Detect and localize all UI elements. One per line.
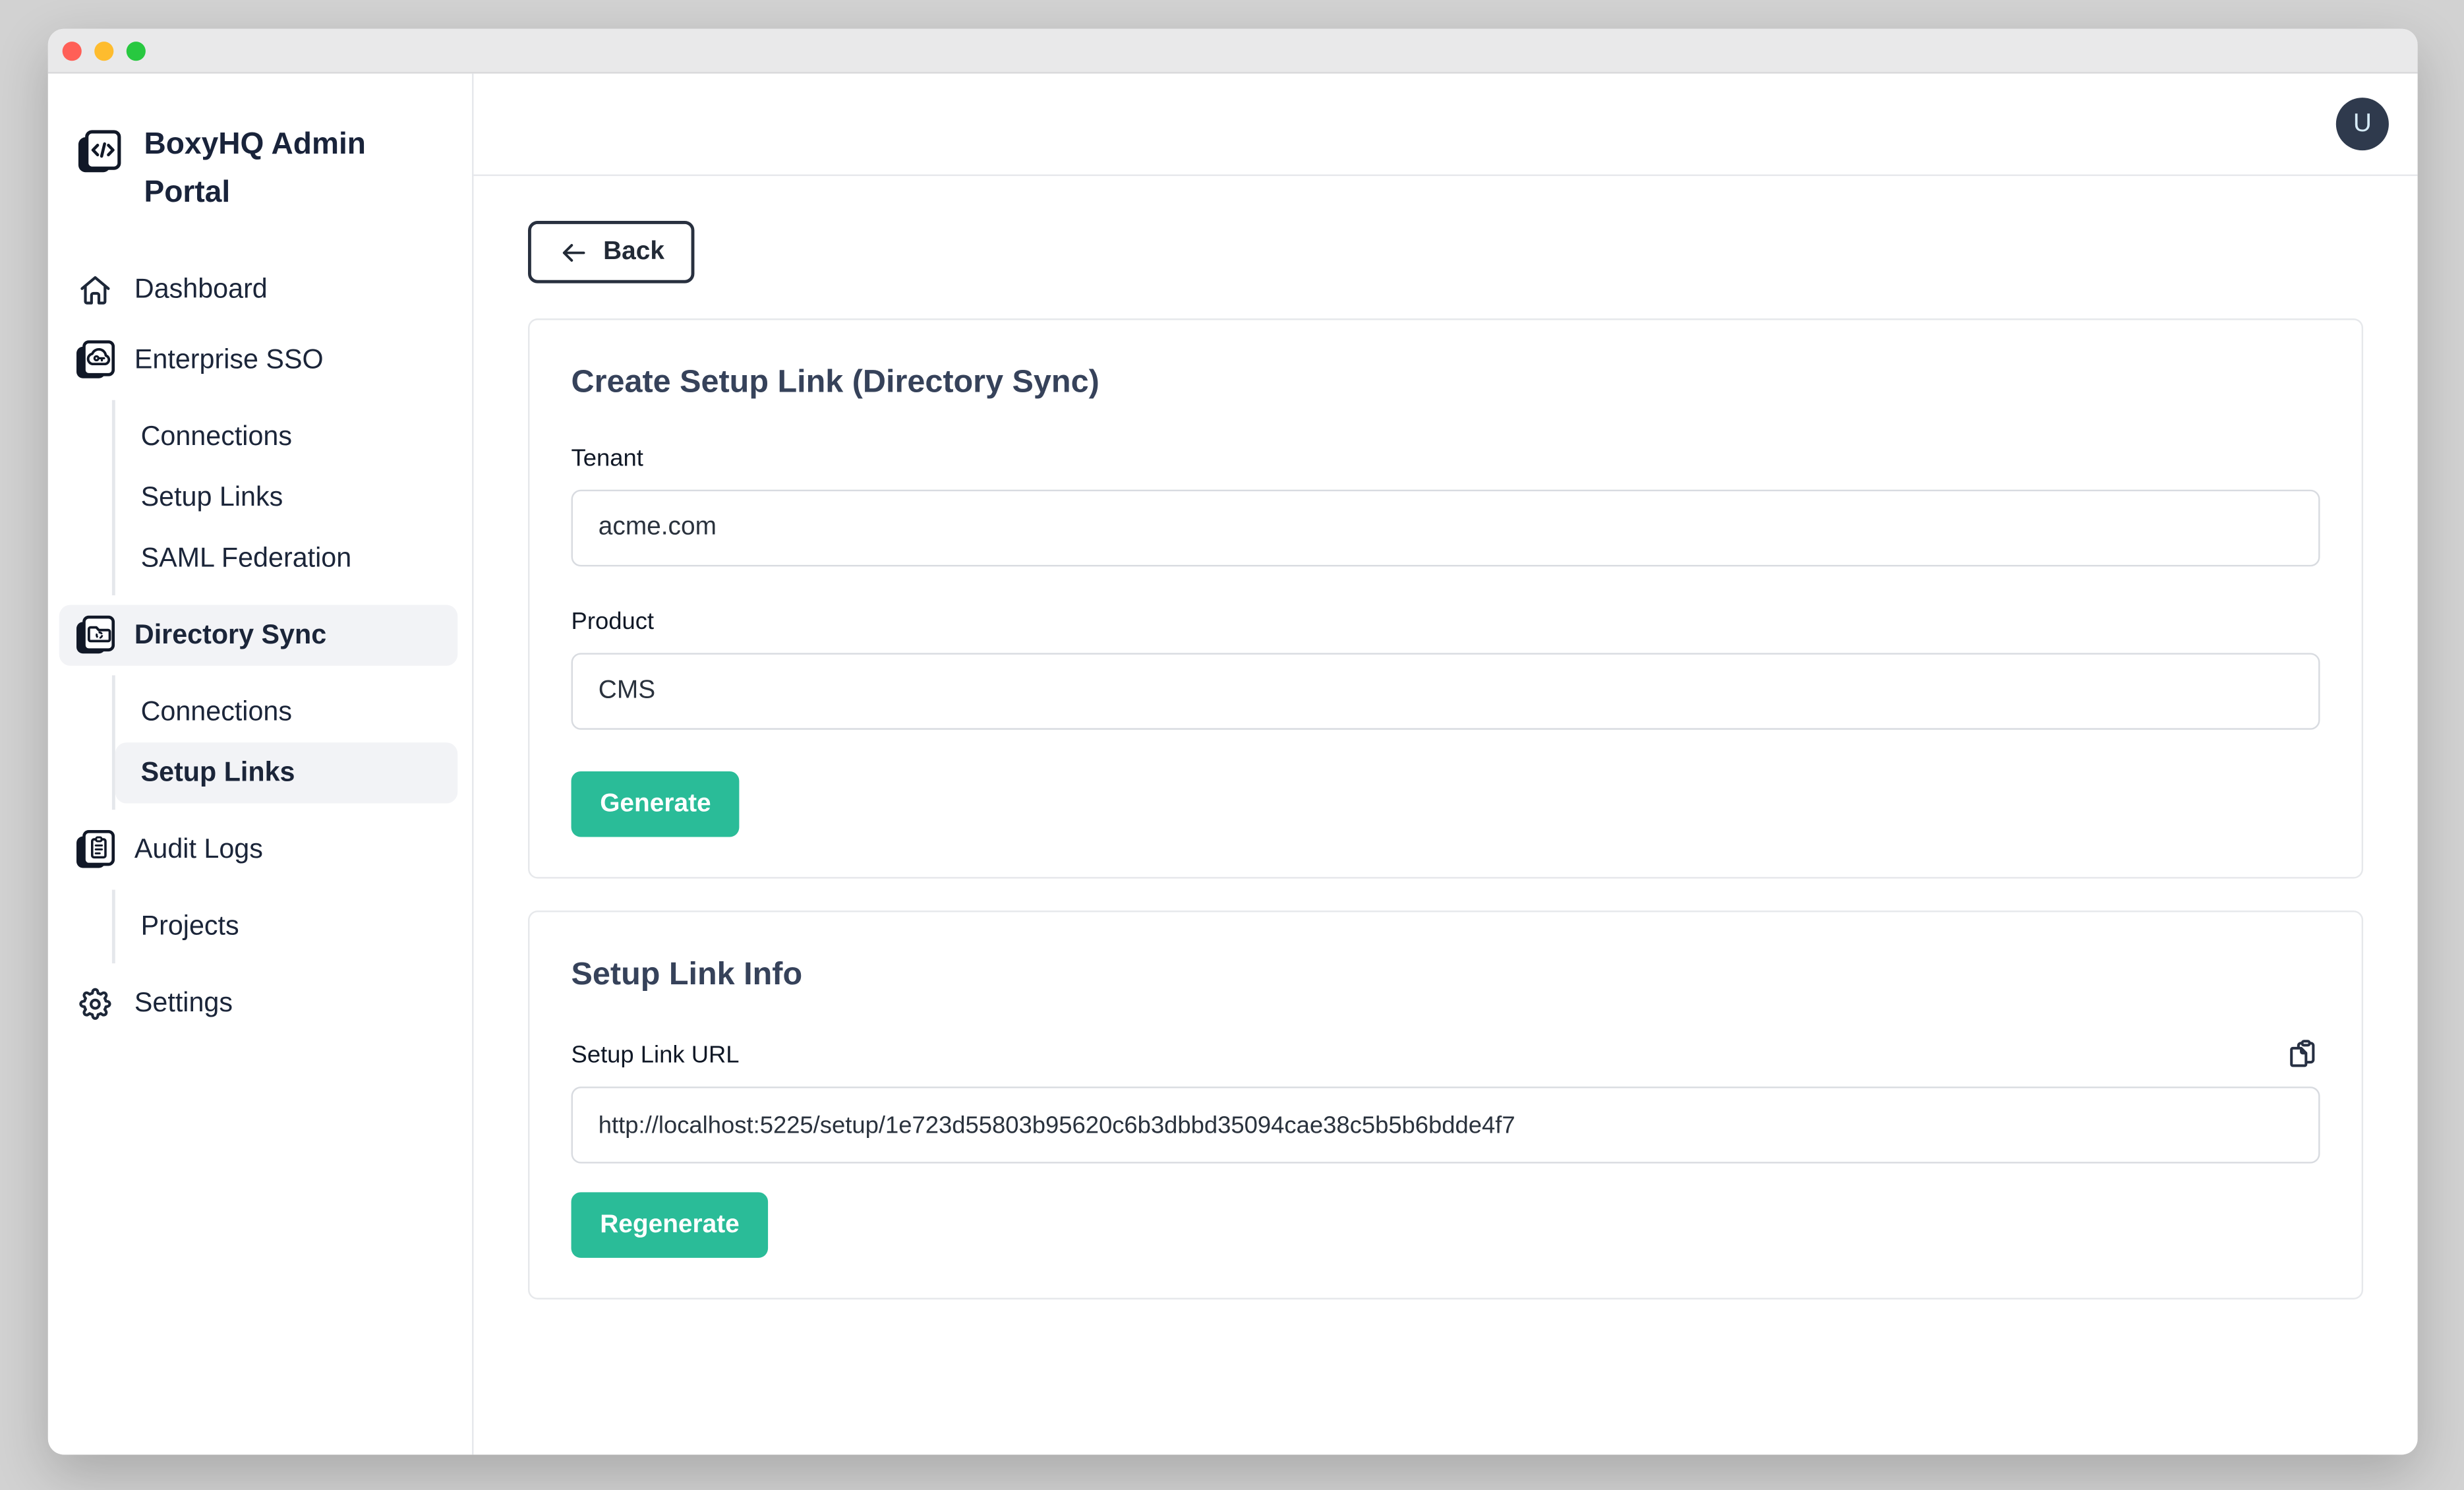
sidebar-subitem-dsync-setup-links[interactable]: Setup Links xyxy=(115,742,457,803)
keycap-cloud-key-icon xyxy=(74,336,117,384)
product-label: Product xyxy=(572,608,2320,637)
url-field-group xyxy=(572,1087,2320,1164)
screenshot-stage: BoxyHQ Admin Portal Dashboard xyxy=(0,0,2464,1490)
regenerate-button[interactable]: Regenerate xyxy=(572,1192,769,1258)
back-button-label: Back xyxy=(603,237,664,266)
tenant-field-group: Tenant xyxy=(572,445,2320,566)
generate-button[interactable]: Generate xyxy=(572,771,740,837)
sidebar: BoxyHQ Admin Portal Dashboard xyxy=(48,74,474,1455)
product-input[interactable] xyxy=(572,653,2320,730)
subitem-label: Setup Links xyxy=(141,482,283,514)
audit-logs-subnav: Projects xyxy=(112,890,457,964)
subitem-label: Setup Links xyxy=(141,757,295,789)
sidebar-subitem-dsync-connections[interactable]: Connections xyxy=(115,682,457,742)
tenant-label: Tenant xyxy=(572,445,2320,474)
gear-icon xyxy=(74,985,117,1022)
card-title: Setup Link Info xyxy=(572,954,2320,996)
user-avatar[interactable]: U xyxy=(2336,98,2389,150)
left-arrow-icon xyxy=(558,239,589,265)
sidebar-item-label: Audit Logs xyxy=(134,834,263,866)
enterprise-sso-subnav: Connections Setup Links SAML Federation xyxy=(112,400,457,595)
sidebar-item-label: Settings xyxy=(134,988,233,1020)
card-title: Create Setup Link (Directory Sync) xyxy=(572,362,2320,403)
subitem-label: Connections xyxy=(141,696,292,729)
copy-url-button[interactable] xyxy=(2287,1037,2320,1071)
top-header: U xyxy=(473,74,2417,176)
close-window-button[interactable] xyxy=(63,41,82,60)
sidebar-subitem-sso-connections[interactable]: Connections xyxy=(115,407,457,467)
url-label-row: Setup Link URL xyxy=(572,1037,2320,1071)
boxyhq-logo-icon xyxy=(75,121,123,176)
sidebar-item-directory-sync[interactable]: Directory Sync xyxy=(59,605,457,666)
sidebar-item-audit-logs[interactable]: Audit Logs xyxy=(48,820,472,880)
setup-link-url-label: Setup Link URL xyxy=(572,1042,740,1071)
setup-link-info-card: Setup Link Info Setup Link URL xyxy=(528,910,2363,1299)
sidebar-item-label: Enterprise SSO xyxy=(134,344,324,376)
sidebar-item-label: Dashboard xyxy=(134,274,268,306)
window-titlebar xyxy=(48,29,2418,74)
maximize-window-button[interactable] xyxy=(127,41,146,60)
sidebar-item-settings[interactable]: Settings xyxy=(48,973,472,1034)
app-window: BoxyHQ Admin Portal Dashboard xyxy=(48,29,2418,1455)
brand: BoxyHQ Admin Portal xyxy=(48,121,472,218)
main-area: U Back Create Setup Link (Directory Sy xyxy=(473,74,2417,1455)
app-title: BoxyHQ Admin Portal xyxy=(144,121,384,218)
sidebar-subitem-sso-setup-links[interactable]: Setup Links xyxy=(115,467,457,528)
window-body: BoxyHQ Admin Portal Dashboard xyxy=(48,74,2418,1455)
subitem-label: SAML Federation xyxy=(141,543,352,575)
tenant-input[interactable] xyxy=(572,490,2320,567)
sidebar-item-dashboard[interactable]: Dashboard xyxy=(48,259,472,320)
create-setup-link-card: Create Setup Link (Directory Sync) Tenan… xyxy=(528,318,2363,879)
directory-sync-subnav: Connections Setup Links xyxy=(112,675,457,810)
sidebar-item-label: Directory Sync xyxy=(134,619,326,651)
copy-icon xyxy=(2287,1037,2320,1071)
keycap-folder-sync-icon xyxy=(74,611,117,659)
keycap-clipboard-icon xyxy=(74,825,117,874)
home-icon xyxy=(74,271,117,308)
back-button[interactable]: Back xyxy=(528,221,695,283)
setup-link-url-input[interactable] xyxy=(572,1087,2320,1164)
product-field-group: Product xyxy=(572,608,2320,729)
sidebar-nav: Dashboard Enterprise SSO xyxy=(48,259,472,1034)
subitem-label: Connections xyxy=(141,421,292,453)
page-content: Back Create Setup Link (Directory Sync) … xyxy=(473,176,2417,1454)
minimize-window-button[interactable] xyxy=(94,41,113,60)
sidebar-subitem-saml-federation[interactable]: SAML Federation xyxy=(115,528,457,589)
subitem-label: Projects xyxy=(141,910,239,943)
sidebar-subitem-projects[interactable]: Projects xyxy=(115,896,457,957)
sidebar-item-enterprise-sso[interactable]: Enterprise SSO xyxy=(48,330,472,390)
